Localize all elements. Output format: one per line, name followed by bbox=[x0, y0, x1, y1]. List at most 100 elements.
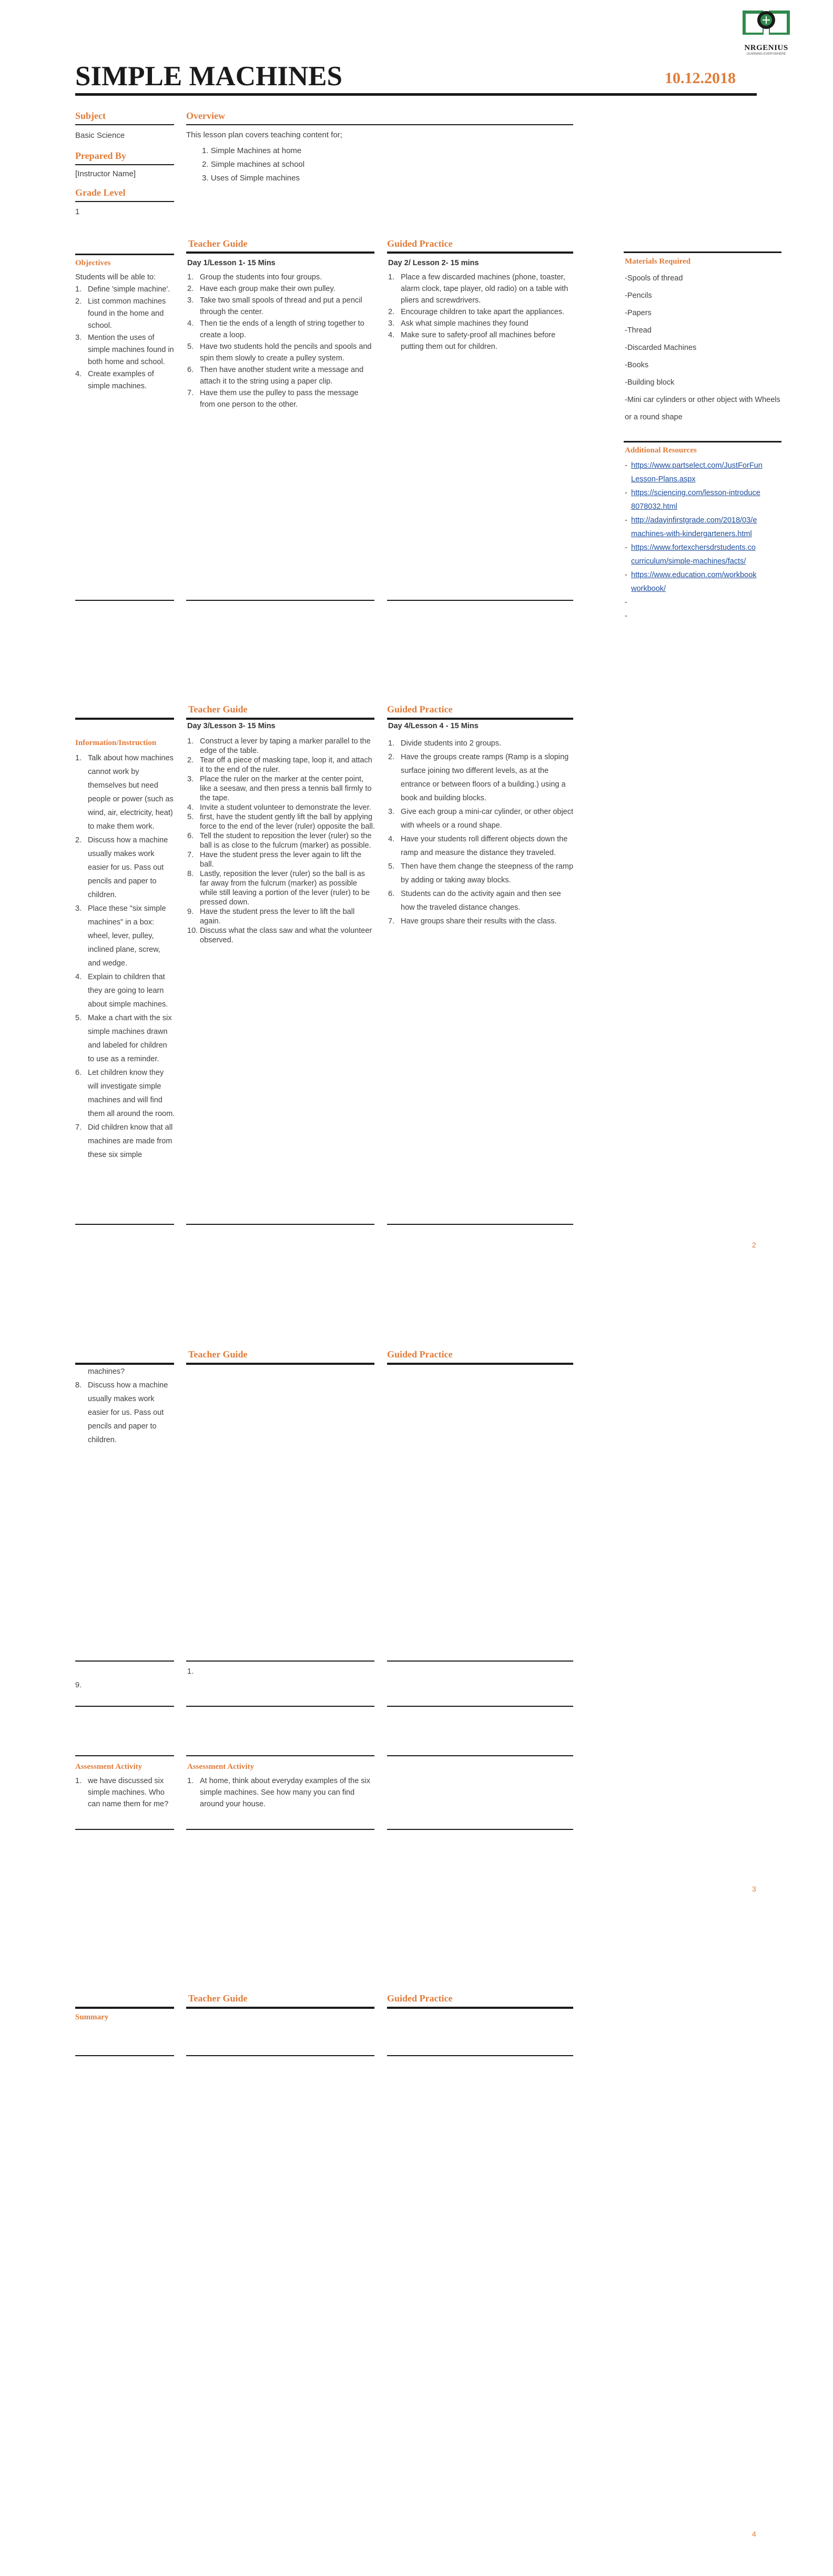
list-item: 3. Place the ruler on the marker at the c… bbox=[187, 774, 375, 803]
list-item: 2. Have each group make their own pulley. bbox=[187, 283, 375, 295]
list-item: 5. first, have the student gently lift th… bbox=[187, 812, 375, 831]
list-item-text: Tear off a piece of masking tape, loop i… bbox=[200, 756, 372, 774]
list-item: 1. Divide students into 2 groups. bbox=[388, 737, 575, 750]
list-item-text: Invite a student volunteer to demonstrat… bbox=[200, 803, 371, 812]
logo: NRGENIUS LEARNING EVERYWHERE bbox=[738, 4, 794, 56]
list-item-number: 1. bbox=[187, 273, 194, 281]
overview-rule bbox=[186, 124, 573, 125]
material-item: -Discarded Machines bbox=[625, 344, 697, 352]
list-item-number: 5. bbox=[388, 862, 395, 871]
list-item: 2. Simple machines at school bbox=[202, 160, 305, 169]
list-item-text: Discuss how a machine usually makes work… bbox=[88, 1381, 168, 1444]
s3-mid-rule-mid bbox=[186, 1661, 374, 1662]
book-logo-icon bbox=[743, 11, 790, 35]
list-item: 7. Have groups share their results with t… bbox=[388, 914, 575, 928]
list-item-number: 3. bbox=[388, 319, 395, 328]
list-item-text: Then have another student write a messag… bbox=[200, 366, 364, 386]
subject-value: Basic Science bbox=[75, 131, 125, 140]
list-item-text: Place these "six simple machines" in a b… bbox=[88, 904, 166, 968]
list-item-number: 3. bbox=[75, 334, 82, 342]
resource-link[interactable]: https://www.education.com/workbook bbox=[631, 568, 783, 582]
grade-value: 1 bbox=[75, 207, 80, 216]
assessment-label-left: Assessment Activity bbox=[75, 1763, 143, 1771]
bullet-dash: - bbox=[625, 544, 627, 552]
s3-low-rule-mid bbox=[186, 1706, 374, 1707]
list-item-number: 1. bbox=[75, 754, 82, 762]
teacher-guide-label: Teacher Guide bbox=[188, 704, 248, 715]
teacher-guide-label: Teacher Guide bbox=[188, 238, 248, 249]
list-item-number: 4. bbox=[388, 331, 395, 339]
resource-link[interactable]: machines-with-kindergarteners.html bbox=[631, 527, 783, 541]
list-item: 10. Discuss what the class saw and what t… bbox=[187, 926, 375, 945]
resource-item: - http://adayinfirstgrade.com/2018/03/e ma… bbox=[625, 514, 783, 541]
guided-practice-label: Guided Practice bbox=[387, 238, 453, 249]
list-item: 6. Then have another student write a mess… bbox=[187, 364, 375, 387]
list-item-text: Students can do the activity again and t… bbox=[401, 890, 561, 912]
list-item: 4. Make sure to safety-proof all machines… bbox=[388, 329, 575, 353]
list-item: 1. Place a few discarded machines (phone,… bbox=[388, 271, 575, 306]
objectives-list: 1. Define 'simple machine'. 2. List common … bbox=[75, 284, 175, 393]
s2-rule-mid bbox=[186, 718, 374, 720]
subject-label: Subject bbox=[75, 110, 106, 121]
list-item-text: Discuss what the class saw and what the … bbox=[200, 927, 372, 944]
list-item-text: Discuss how a machine usually makes work… bbox=[88, 836, 168, 899]
list-item-number: 4. bbox=[75, 370, 82, 378]
material-item: -Papers bbox=[625, 309, 652, 317]
s3-assess-rule-left bbox=[75, 1755, 174, 1756]
list-item-number: 3. bbox=[388, 808, 395, 816]
resource-link[interactable]: https://www.fortexchersdrstudents.co bbox=[631, 541, 783, 555]
subject-rule bbox=[75, 124, 174, 125]
list-item-text: Tell the student to reposition the lever… bbox=[200, 832, 372, 850]
list-item-number: 1. bbox=[75, 285, 82, 294]
list-item: 5. Have two students hold the pencils and… bbox=[187, 341, 375, 364]
resource-link[interactable]: http://adayinfirstgrade.com/2018/03/e bbox=[631, 514, 783, 527]
resources-rule bbox=[624, 441, 781, 442]
list-item-text: Have groups share their results with the… bbox=[401, 917, 557, 925]
list-item-text: we have discussed six simple machines. W… bbox=[88, 1777, 169, 1808]
list-item: 2. Have the groups create ramps (Ramp is … bbox=[388, 750, 575, 805]
list-item: 3. Mention the uses of simple machines fo… bbox=[75, 332, 175, 368]
list-item-text: Make sure to safety-proof all machines b… bbox=[401, 331, 556, 351]
list-item: 1. we have discussed six simple machines.… bbox=[75, 1775, 175, 1810]
bullet-dash: - bbox=[625, 612, 627, 620]
resource-link[interactable]: https://www.partselect.com/JustForFun bbox=[631, 459, 783, 472]
list-item-text: Let children know they will investigate … bbox=[88, 1069, 175, 1118]
list-item-number: 2. bbox=[75, 836, 82, 844]
list-item-text: Ask what simple machines they found bbox=[401, 319, 529, 328]
list-item-number: 9. bbox=[187, 908, 194, 916]
resource-link[interactable]: curriculum/simple-machines/facts/ bbox=[631, 555, 783, 568]
material-item: -Building block bbox=[625, 378, 675, 387]
s4-rule-left bbox=[75, 2007, 174, 2009]
s4-rule-right bbox=[387, 2007, 573, 2009]
day2-list: 1. Place a few discarded machines (phone,… bbox=[388, 271, 575, 353]
logo-name: NRGENIUS bbox=[744, 44, 788, 52]
material-item: -Thread bbox=[625, 326, 652, 335]
teacher-guide-label: Teacher Guide bbox=[188, 1349, 248, 1360]
page-title: SIMPLE MACHINES bbox=[75, 61, 342, 92]
list-item-text: Mention the uses of simple machines foun… bbox=[88, 334, 174, 366]
resource-link[interactable]: workbook/ bbox=[631, 582, 783, 596]
list-item-number: 1. bbox=[75, 1777, 82, 1785]
list-item: 2. Discuss how a machine usually makes wo… bbox=[75, 833, 175, 902]
resource-item: - https://sciencing.com/lesson-introduce 8… bbox=[625, 486, 783, 514]
list-item: 1. Group the students into four groups. bbox=[187, 271, 375, 283]
list-item-number: 6. bbox=[75, 1069, 82, 1077]
list-item-number: 5. bbox=[187, 343, 194, 351]
resource-link[interactable]: https://sciencing.com/lesson-introduce bbox=[631, 486, 783, 500]
list-item: 2. Tear off a piece of masking tape, loop… bbox=[187, 756, 375, 774]
list-item: 1. Construct a lever by taping a marker p… bbox=[187, 737, 375, 756]
bullet-dash: - bbox=[625, 489, 627, 497]
list-item-text: Have the student press the lever to lift… bbox=[200, 908, 355, 925]
list-item-text: Have each group make their own pulley. bbox=[200, 285, 336, 293]
date: 10.12.2018 bbox=[665, 69, 736, 87]
list-item: 7. Have them use the pulley to pass the m… bbox=[187, 387, 375, 410]
day4-list: 1. Divide students into 2 groups. 2. Have t… bbox=[388, 737, 575, 928]
overview-label: Overview bbox=[186, 110, 225, 121]
prepared-label: Prepared By bbox=[75, 150, 126, 161]
resource-link[interactable]: Lesson-Plans.aspx bbox=[631, 472, 783, 486]
assess-left-list: 1. we have discussed six simple machines.… bbox=[75, 1775, 175, 1810]
resources-label: Additional Resources bbox=[625, 446, 697, 455]
day1-title: Day 1/Lesson 1- 15 Mins bbox=[187, 259, 276, 267]
resource-link[interactable]: 8078032.html bbox=[631, 500, 783, 514]
list-item: 9. Have the student press the lever to li… bbox=[187, 907, 375, 926]
